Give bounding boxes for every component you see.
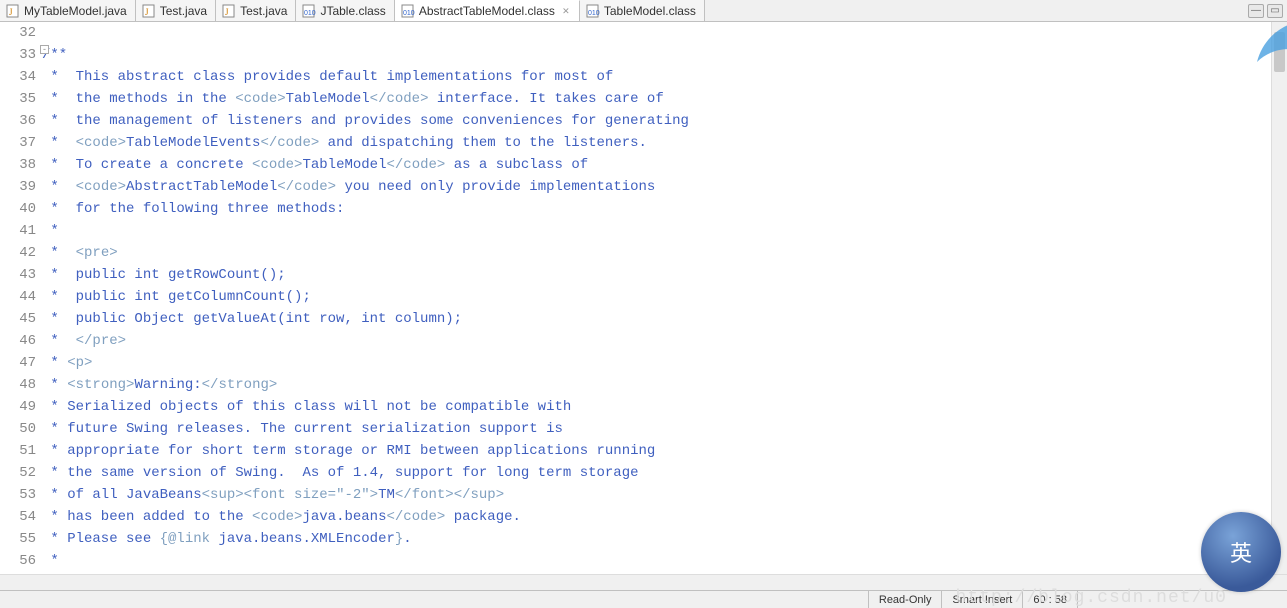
tab-label: Test.java — [240, 4, 287, 18]
line-number: 34 — [0, 66, 36, 88]
line-number: 51 — [0, 440, 36, 462]
line-number: 32 — [0, 22, 36, 44]
tab-label: JTable.class — [320, 4, 385, 18]
code-line: /** — [42, 44, 1287, 66]
line-number: 38 — [0, 154, 36, 176]
window-controls: —▭ — [1244, 0, 1287, 21]
line-number: 47 — [0, 352, 36, 374]
java-file-icon: J — [142, 4, 156, 18]
editor-tab[interactable]: J Test.java — [216, 0, 296, 21]
line-number: 42 — [0, 242, 36, 264]
code-line: * the methods in the <code>TableModel</c… — [42, 88, 1287, 110]
avatar-badge: 英 — [1201, 512, 1281, 592]
editor-tab[interactable]: 010 TableModel.class — [580, 0, 705, 21]
code-line: * <code>AbstractTableModel</code> you ne… — [42, 176, 1287, 198]
tab-label: Test.java — [160, 4, 207, 18]
code-line: * has been added to the <code>java.beans… — [42, 506, 1287, 528]
minimize-button[interactable]: — — [1248, 4, 1264, 18]
code-line: * — [42, 220, 1287, 242]
code-line: * <strong>Warning:</strong> — [42, 374, 1287, 396]
line-number: 44 — [0, 286, 36, 308]
editor-tab[interactable]: 010 AbstractTableModel.class ✕ — [395, 0, 580, 21]
code-line: * <pre> — [42, 242, 1287, 264]
line-number: 41 — [0, 220, 36, 242]
line-number: 37 — [0, 132, 36, 154]
line-number: 35 — [0, 88, 36, 110]
line-number-gutter: 3233343536373839404142434445464748495051… — [0, 22, 40, 590]
line-number: 43 — [0, 264, 36, 286]
svg-text:010: 010 — [403, 10, 415, 17]
status-readonly: Read-Only — [868, 591, 942, 608]
maximize-button[interactable]: ▭ — [1267, 4, 1283, 18]
fold-collapse-icon[interactable]: - — [40, 45, 49, 54]
code-line — [42, 22, 1287, 44]
class-file-icon: 010 — [586, 4, 600, 18]
class-file-icon: 010 — [401, 4, 415, 18]
vertical-scrollbar[interactable] — [1271, 22, 1287, 574]
line-number: 49 — [0, 396, 36, 418]
code-line: * Serialized objects of this class will … — [42, 396, 1287, 418]
close-icon[interactable]: ✕ — [561, 6, 571, 16]
editor-area: 3233343536373839404142434445464748495051… — [0, 22, 1287, 590]
code-line: * <code>TableModelEvents</code> and disp… — [42, 132, 1287, 154]
code-line: * appropriate for short term storage or … — [42, 440, 1287, 462]
tab-bar: J MyTableModel.java J Test.java J Test.java 01… — [0, 0, 1287, 22]
svg-text:J: J — [225, 7, 229, 17]
tab-label: MyTableModel.java — [24, 4, 127, 18]
editor-tab[interactable]: 010 JTable.class — [296, 0, 394, 21]
code-line: * — [42, 550, 1287, 572]
code-line: * This abstract class provides default i… — [42, 66, 1287, 88]
line-number: 39 — [0, 176, 36, 198]
ide-logo-icon — [1237, 22, 1287, 72]
code-line: * public int getColumnCount(); — [42, 286, 1287, 308]
class-file-icon: 010 — [302, 4, 316, 18]
line-number: 54 — [0, 506, 36, 528]
line-number: 48 — [0, 374, 36, 396]
line-number: 33 — [0, 44, 36, 66]
code-line: * the management of listeners and provid… — [42, 110, 1287, 132]
code-viewer[interactable]: /** * This abstract class provides defau… — [40, 22, 1287, 590]
line-number: 56 — [0, 550, 36, 572]
java-file-icon: J — [222, 4, 236, 18]
code-line: * public int getRowCount(); — [42, 264, 1287, 286]
watermark-text: http://blog.csdn.net/u0 — [956, 588, 1227, 608]
code-line: * the same version of Swing. As of 1.4, … — [42, 462, 1287, 484]
tab-label: TableModel.class — [604, 4, 696, 18]
code-line: * for the following three methods: — [42, 198, 1287, 220]
svg-text:J: J — [9, 7, 13, 17]
code-line: * Please see {@link java.beans.XMLEncode… — [42, 528, 1287, 550]
editor-tab[interactable]: J MyTableModel.java — [0, 0, 136, 21]
line-number: 50 — [0, 418, 36, 440]
svg-text:010: 010 — [588, 10, 600, 17]
line-number: 40 — [0, 198, 36, 220]
tab-label: AbstractTableModel.class — [419, 4, 555, 18]
line-number: 55 — [0, 528, 36, 550]
line-number: 46 — [0, 330, 36, 352]
line-number: 53 — [0, 484, 36, 506]
svg-text:J: J — [145, 7, 149, 17]
code-line: * future Swing releases. The current ser… — [42, 418, 1287, 440]
java-file-icon: J — [6, 4, 20, 18]
code-line: * </pre> — [42, 330, 1287, 352]
code-line: * <p> — [42, 352, 1287, 374]
line-number: 45 — [0, 308, 36, 330]
svg-text:010: 010 — [304, 10, 316, 17]
editor-tab[interactable]: J Test.java — [136, 0, 216, 21]
code-line: * public Object getValueAt(int row, int … — [42, 308, 1287, 330]
code-line: * of all JavaBeans<sup><font size="-2">T… — [42, 484, 1287, 506]
code-line: * To create a concrete <code>TableModel<… — [42, 154, 1287, 176]
line-number: 36 — [0, 110, 36, 132]
line-number: 52 — [0, 462, 36, 484]
